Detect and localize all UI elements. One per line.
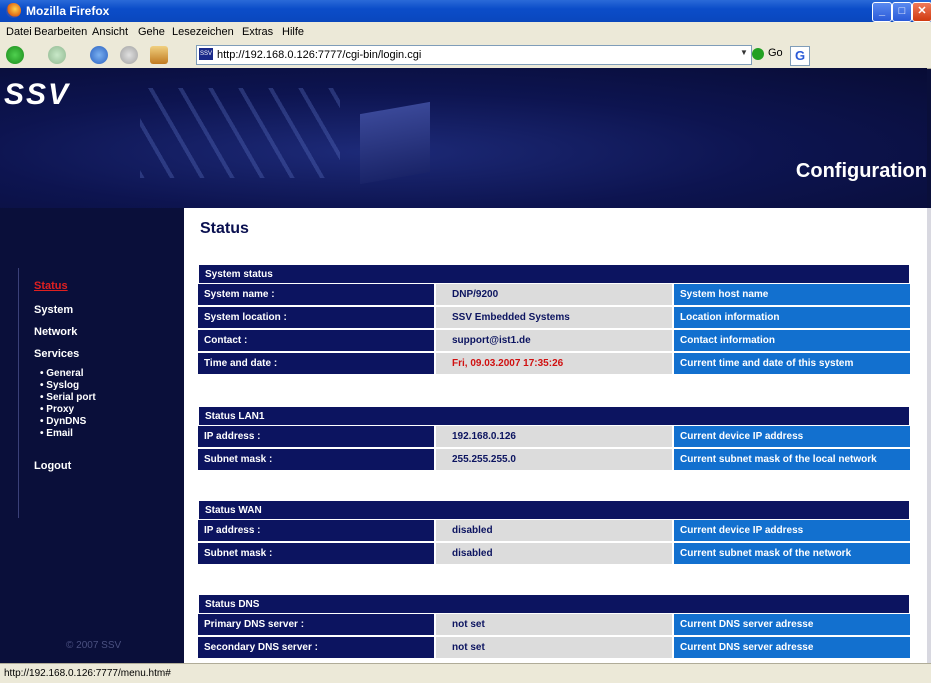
banner-heading: Configuration (795, 160, 927, 182)
field-value: not set (436, 614, 672, 635)
section-header: System status (198, 264, 910, 284)
field-description: Current subnet mask of the network (674, 543, 910, 564)
sidebar-subitem-dyndns[interactable]: • DynDNS (40, 416, 86, 427)
status-section: Status LAN1 IP address :192.168.0.126 Curr… (198, 406, 910, 472)
field-value: Fri, 09.03.2007 17:35:26 (436, 353, 672, 374)
field-value: disabled (436, 520, 672, 541)
field-label: Subnet mask : (198, 543, 434, 564)
table-row: System location : SSV Embedded Systems Loc… (198, 307, 910, 330)
sidebar-divider (18, 268, 19, 518)
field-value: DNP/9200 (436, 284, 672, 305)
sidebar-item-network[interactable]: Network (34, 326, 77, 338)
page-banner: SSV Configuration (0, 68, 927, 208)
field-label: IP address : (198, 520, 434, 541)
monitor-illustration (360, 101, 430, 185)
close-icon[interactable]: ✕ (912, 2, 931, 22)
menu-lesezeichen[interactable]: Lesezeichen (172, 26, 234, 38)
sidebar-subitem-syslog[interactable]: • Syslog (40, 380, 79, 391)
status-section: System status System name : DNP/9200 System… (198, 264, 910, 376)
go-icon[interactable] (752, 48, 764, 60)
section-header: Status DNS (198, 594, 910, 614)
table-row: Secondary DNS server : not set Current DNS… (198, 637, 910, 660)
title-bar: Mozilla Firefox _ □ ✕ (0, 0, 931, 22)
vertical-scrollbar[interactable] (927, 208, 931, 663)
back-icon[interactable] (6, 46, 24, 64)
status-section: Status DNS Primary DNS server : not set Cur… (198, 594, 910, 660)
maximize-icon[interactable]: □ (892, 2, 912, 22)
window-title: Mozilla Firefox (26, 4, 110, 18)
menu-gehe[interactable]: Gehe (138, 26, 165, 38)
field-description: Current device IP address (674, 520, 910, 541)
field-label: System location : (198, 307, 434, 328)
dropdown-arrow-icon[interactable]: ▼ (740, 48, 750, 62)
table-row: IP address : disabled Current device IP ad… (198, 520, 910, 543)
minimize-icon[interactable]: _ (872, 2, 892, 22)
section-header: Status WAN (198, 500, 910, 520)
field-value: 192.168.0.126 (436, 426, 672, 447)
copyright-text: © 2007 SSV (66, 640, 122, 651)
menu-datei[interactable]: Datei (6, 26, 32, 38)
field-description: Current device IP address (674, 426, 910, 447)
sidebar-item-logout[interactable]: Logout (34, 460, 71, 472)
field-description: Current DNS server adresse (674, 614, 910, 635)
status-section: Status WAN IP address : disabled Current de… (198, 500, 910, 566)
field-description: Contact information (674, 330, 910, 351)
field-description: Location information (674, 307, 910, 328)
url-text: http://192.168.0.126:7777/cgi-bin/login.… (217, 49, 422, 61)
menu-extras[interactable]: Extras (242, 26, 273, 38)
home-icon[interactable] (150, 46, 168, 64)
table-row: Contact : support@ist1.de Contact informat… (198, 330, 910, 353)
status-text: http://192.168.0.126:7777/menu.htm# (4, 668, 171, 679)
sidebar-nav: Status System Network Services • General… (0, 208, 180, 663)
field-value: 255.255.255.0 (436, 449, 672, 470)
field-label: Secondary DNS server : (198, 637, 434, 658)
sidebar-item-system[interactable]: System (34, 304, 73, 316)
sidebar-subitem-serial-port[interactable]: • Serial port (40, 392, 96, 403)
network-illustration (140, 88, 340, 178)
url-input[interactable]: SSV http://192.168.0.126:7777/cgi-bin/lo… (196, 45, 752, 65)
sidebar-item-services[interactable]: Services (34, 348, 79, 360)
sidebar-item-status[interactable]: Status (34, 280, 68, 292)
ssv-logo: SSV (4, 78, 71, 111)
field-description: System host name (674, 284, 910, 305)
field-label: Contact : (198, 330, 434, 351)
field-label: Time and date : (198, 353, 434, 374)
table-row: System name : DNP/9200 System host name (198, 284, 910, 307)
reload-icon[interactable] (90, 46, 108, 64)
field-description: Current DNS server adresse (674, 637, 910, 658)
sidebar-subitem-general[interactable]: • General (40, 368, 84, 379)
field-value: SSV Embedded Systems (436, 307, 672, 328)
status-bar: http://192.168.0.126:7777/menu.htm# (0, 663, 931, 683)
sidebar-subitem-proxy[interactable]: • Proxy (40, 404, 74, 415)
site-favicon-icon: SSV (199, 48, 213, 60)
menu-bearbeiten[interactable]: Bearbeiten (34, 26, 87, 38)
table-row: Time and date : Fri, 09.03.2007 17:35:26 C… (198, 353, 910, 376)
table-row: Subnet mask : disabled Current subnet mask… (198, 543, 910, 566)
table-row: Subnet mask :255.255.255.0 Current subnet… (198, 449, 910, 472)
field-value: disabled (436, 543, 672, 564)
menu-ansicht[interactable]: Ansicht (92, 26, 128, 38)
search-engine-icon[interactable]: G (790, 46, 810, 66)
navigation-toolbar: SSV http://192.168.0.126:7777/cgi-bin/lo… (0, 42, 931, 69)
field-label: Subnet mask : (198, 449, 434, 470)
field-label: Primary DNS server : (198, 614, 434, 635)
field-value: support@ist1.de (436, 330, 672, 351)
firefox-icon (6, 3, 21, 18)
table-row: Primary DNS server : not set Current DNS s… (198, 614, 910, 637)
field-description: Current time and date of this system (674, 353, 910, 374)
sidebar-subitem-email[interactable]: • Email (40, 428, 73, 439)
field-label: System name : (198, 284, 434, 305)
field-description: Current subnet mask of the local network (674, 449, 910, 470)
page-title: Status (200, 220, 249, 237)
field-label: IP address : (198, 426, 434, 447)
main-content: Status System status System name : DNP/920… (184, 208, 927, 663)
stop-icon[interactable] (120, 46, 138, 64)
field-value: not set (436, 637, 672, 658)
forward-icon[interactable] (48, 46, 66, 64)
menu-bar: Datei Bearbeiten Ansicht Gehe Lesezeiche… (0, 22, 931, 43)
table-row: IP address :192.168.0.126 Current device … (198, 426, 910, 449)
menu-hilfe[interactable]: Hilfe (282, 26, 304, 38)
go-button[interactable]: Go (768, 47, 783, 59)
section-header: Status LAN1 (198, 406, 910, 426)
